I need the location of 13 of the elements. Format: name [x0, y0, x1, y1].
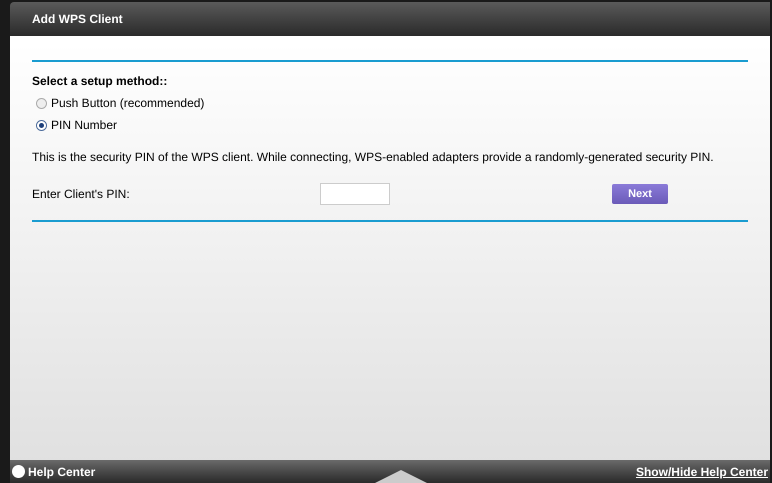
radio-option[interactable]: Push Button (recommended): [36, 94, 204, 112]
setup-method-label: Select a setup method::: [32, 73, 168, 90]
pin-label: Enter Client's PIN:: [32, 186, 131, 203]
expand-arrow-icon[interactable]: [375, 468, 427, 483]
window-title: Add WPS Client: [32, 11, 123, 28]
radio-button[interactable]: [36, 98, 47, 108]
radio-option[interactable]: PIN Number: [36, 116, 118, 134]
description-text: This is the security PIN of the WPS client. While connecting, WPS-enabled adapters provide a randomly-generated security PIN.: [32, 149, 715, 166]
radio-button[interactable]: [36, 120, 47, 130]
next-button[interactable]: Next: [612, 184, 668, 204]
show-hide-help-link[interactable]: Show/Hide Help Center: [636, 462, 768, 480]
pin-input-field[interactable]: [320, 183, 390, 205]
help-center-label[interactable]: Help Center: [28, 462, 96, 480]
